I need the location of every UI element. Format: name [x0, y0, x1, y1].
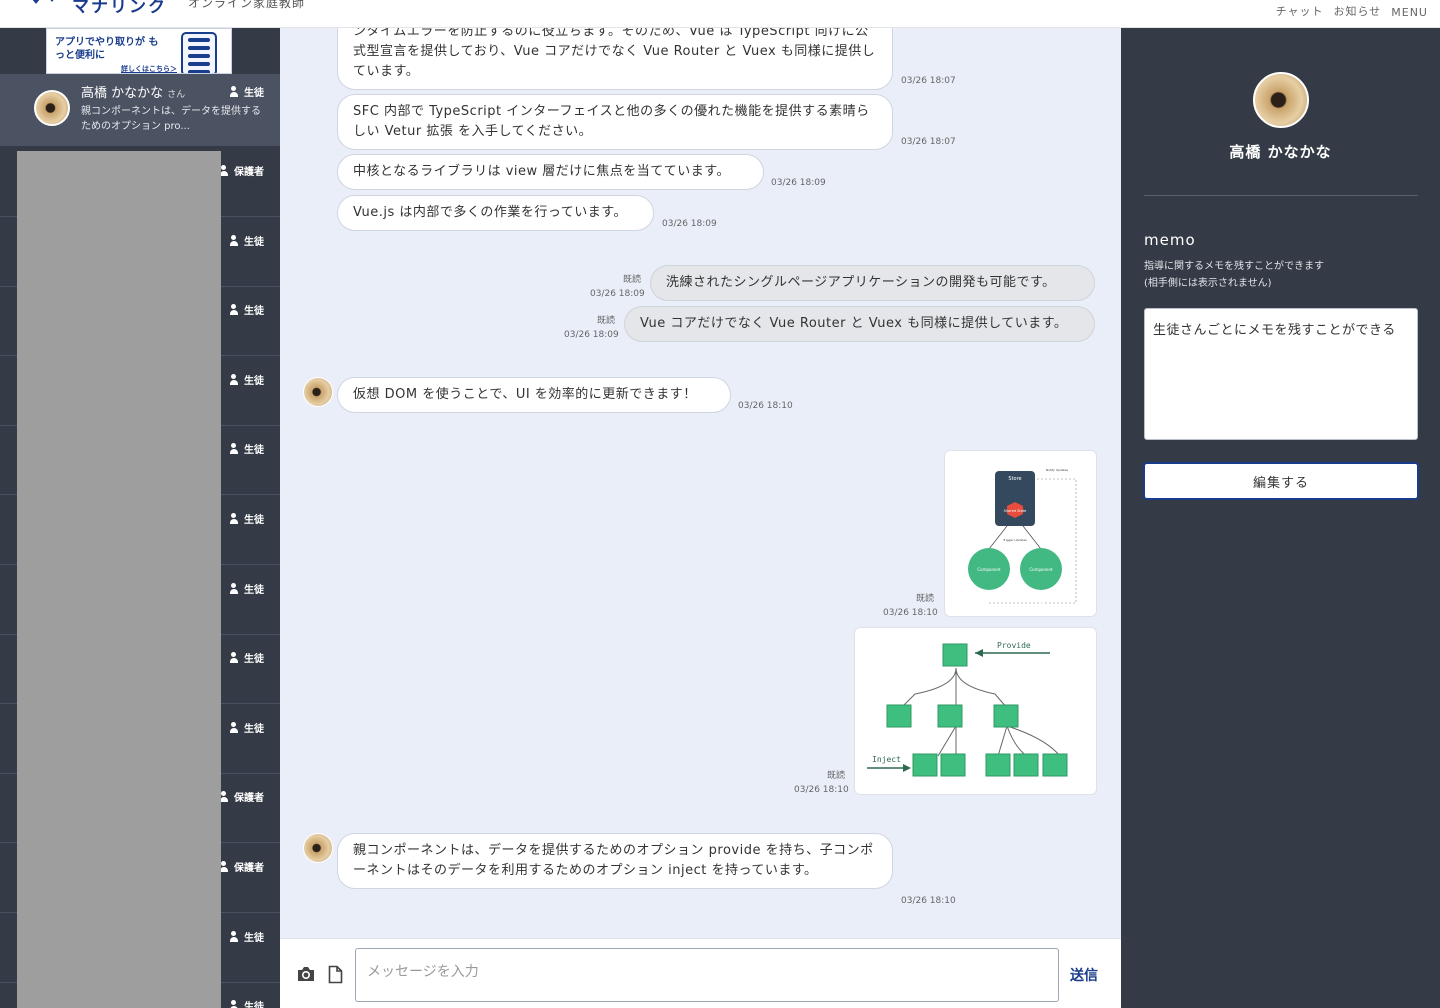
message-time: 03/26 18:09: [771, 178, 826, 188]
read-label: 既読: [623, 275, 642, 285]
read-label: 既読: [597, 316, 616, 326]
role-badge: 生徒: [230, 650, 264, 665]
camera-icon[interactable]: [297, 966, 315, 982]
menu-button[interactable]: MENU: [1391, 6, 1428, 19]
read-label: 既読: [916, 594, 935, 604]
message-preview: 親コンポーネントは、データを提供するためのオプション pro...: [81, 106, 261, 132]
role-badge: 生徒: [230, 581, 264, 596]
send-button[interactable]: 送信: [1070, 965, 1098, 985]
component-label: Component: [1029, 567, 1053, 572]
student-icon: [230, 304, 241, 316]
parent-icon: [220, 791, 231, 803]
image-attachment[interactable]: Provide Inject: [854, 627, 1097, 795]
message-time: 03/26 18:10: [738, 401, 793, 411]
message-composer: 送信: [280, 938, 1121, 1008]
message-time: 03/26 18:07: [901, 137, 956, 147]
parent-icon: [220, 861, 231, 872]
app-banner[interactable]: アプリでやり取りが もっと便利に 詳しくはこちら＞: [46, 28, 232, 74]
message-time: 03/26 18:10: [794, 785, 849, 795]
sender-avatar: [303, 833, 333, 863]
parent-icon: [220, 165, 231, 176]
message-time: 03/26 18:09: [590, 289, 645, 299]
contact-item-active[interactable]: 高橋 かなかな さん 生徒 親コンポーネントは、データを提供するためのオプション …: [0, 74, 280, 146]
top-header: マナリンク オンライン家庭教師 チャット お知らせ MENU: [0, 0, 1440, 28]
message-bubble: 親コンポーネントは、データを提供するためのオプション provide を持ち、子…: [337, 833, 893, 889]
student-icon: [230, 582, 241, 594]
trigger-label: Trigger Updates: [1002, 538, 1027, 542]
message-time: 03/26 18:10: [901, 896, 956, 906]
student-icon: [230, 86, 241, 97]
logo-icon[interactable]: [22, 0, 62, 10]
message-bubble: 仮想 DOM を使うことで、UI を効率的に更新できます！: [337, 377, 731, 413]
image-attachment[interactable]: Store Shared State Trigger Updates Notif…: [944, 450, 1097, 617]
role-badge: 生徒: [230, 720, 264, 735]
message-time: 03/26 18:09: [564, 330, 619, 340]
state-diagram-image: Store Shared State Trigger Updates Notif…: [968, 468, 1077, 604]
contact-name: 高橋 かなかな さん: [81, 86, 186, 101]
divider: [1144, 195, 1418, 196]
provide-label: Provide: [997, 641, 1031, 650]
inject-label: Inject: [872, 755, 901, 764]
student-icon: [230, 1000, 241, 1008]
message-bubble-own: Vue コアだけでなく Vue Router と Vuex も同様に提供していま…: [624, 306, 1095, 342]
banner-text: アプリでやり取りが もっと便利に: [55, 37, 159, 61]
student-icon: [230, 373, 241, 385]
logo-text[interactable]: マナリンク: [72, 0, 167, 17]
role-badge: 生徒: [230, 441, 264, 456]
avatar: [34, 90, 70, 126]
redacted-area: [17, 151, 221, 1008]
top-nav: チャット お知らせ MENU: [1276, 2, 1428, 20]
student-icon: [230, 652, 241, 664]
component-label: Component: [977, 567, 1001, 572]
student-icon: [230, 721, 241, 733]
message-bubble: Vue.js は内部で多くの作業を行っています。: [337, 195, 654, 231]
memo-note-line: 指導に関するメモを残すことができます: [1144, 261, 1324, 272]
nav-notice[interactable]: お知らせ: [1333, 3, 1381, 19]
message-time: 03/26 18:09: [662, 219, 717, 229]
nav-chat[interactable]: チャット: [1276, 3, 1324, 19]
role-badge: 保護者: [220, 163, 264, 178]
role-badge: 生徒: [230, 84, 264, 99]
memo-note: 指導に関するメモを残すことができます (相手側には表示されません): [1144, 258, 1324, 292]
store-label: Store: [1008, 476, 1021, 482]
banner-link[interactable]: 詳しくはこちら＞: [121, 64, 177, 73]
message-bubble: 中核となるライブラリは view 層だけに焦点を当てています。: [337, 154, 764, 190]
student-icon: [230, 513, 241, 524]
student-icon: [230, 930, 241, 942]
role-badge: 生徒: [230, 998, 264, 1008]
memo-title: memo: [1144, 231, 1196, 249]
chat-thread[interactable]: ンタイムエラーを防止するのに役立ちます。そのため、Vue は TypeScrip…: [280, 28, 1121, 938]
role-badge: 生徒: [230, 929, 264, 944]
profile-name: 高橋 かなかな: [1229, 143, 1332, 161]
message-input[interactable]: [355, 948, 1059, 1002]
memo-note-line: (相手側には表示されません): [1144, 278, 1272, 289]
shared-state-label: Shared State: [1004, 509, 1027, 513]
message-bubble-own: 洗練されたシングルページアプリケーションの開発も可能です。: [650, 265, 1095, 301]
notify-label: Notify Updates: [1046, 468, 1069, 472]
student-icon: [230, 443, 241, 455]
role-badge: 生徒: [230, 302, 264, 317]
message-time: 03/26 18:10: [883, 608, 938, 618]
role-badge: 保護者: [220, 859, 264, 874]
file-icon[interactable]: [328, 965, 343, 984]
role-badge: 生徒: [230, 233, 264, 248]
role-badge: 生徒: [230, 372, 264, 387]
profile-avatar: [1253, 72, 1309, 128]
message-bubble: ンタイムエラーを防止するのに役立ちます。そのため、Vue は TypeScrip…: [337, 28, 893, 90]
sender-avatar: [303, 377, 333, 407]
honorific: さん: [167, 90, 186, 100]
profile-panel: 高橋 かなかな memo 指導に関するメモを残すことができます (相手側には表示…: [1121, 28, 1440, 1008]
message-bubble: SFC 内部で TypeScript インターフェイスと他の多くの優れた機能を提…: [337, 94, 893, 150]
memo-field[interactable]: 生徒さんごとにメモを残すことができる: [1144, 308, 1418, 440]
read-label: 既読: [827, 771, 846, 781]
tree-diagram-image: Provide Inject: [867, 641, 1068, 777]
message-time: 03/26 18:07: [901, 76, 956, 86]
role-badge: 保護者: [220, 789, 264, 804]
phone-icon: [181, 32, 217, 73]
edit-memo-button[interactable]: 編集する: [1143, 462, 1419, 500]
role-badge: 生徒: [230, 511, 264, 526]
student-icon: [230, 234, 241, 246]
contact-sidebar: アプリでやり取りが もっと便利に 詳しくはこちら＞ 高橋 かなかな さん 生徒 親…: [0, 28, 280, 1008]
tagline: オンライン家庭教師: [188, 0, 306, 10]
